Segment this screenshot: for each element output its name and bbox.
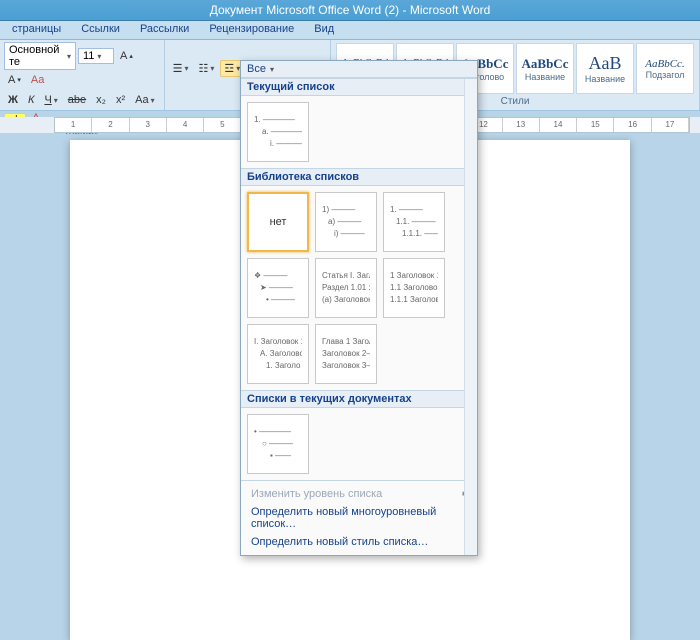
numbering-button[interactable]: ☷▾ xyxy=(194,60,218,77)
change-case-button[interactable]: Aa▾ xyxy=(131,92,158,108)
thumb-none-label: нет xyxy=(270,216,287,228)
list-thumb[interactable]: ❖ ———➤ ———• ——— xyxy=(247,258,309,318)
chevron-down-icon: ▾ xyxy=(270,65,274,74)
ruler-tick: 13 xyxy=(503,118,540,132)
numbering-icon: ☷ xyxy=(198,62,208,75)
dropdown-filter-label: Все xyxy=(247,63,266,75)
dropdown-filter[interactable]: Все ▾ xyxy=(241,61,477,78)
font-size-combo[interactable]: 11▾ xyxy=(78,48,114,64)
thumb-line: 1. ———— xyxy=(254,114,302,126)
section-doc-lists: Списки в текущих документах xyxy=(241,390,477,408)
italic-button[interactable]: К xyxy=(24,92,38,108)
style-preview: AaBbCc. xyxy=(645,58,684,70)
style-name: Подзагол xyxy=(646,70,685,80)
style-preview: AaBbCc xyxy=(522,56,569,72)
ruler-tick: 5 xyxy=(204,118,241,132)
list-thumb[interactable]: Статья I. ЗаглРаздел 1.01 :(a) Заголовок xyxy=(315,258,377,318)
bullets-icon: ☰ xyxy=(173,62,183,75)
tab-mailings[interactable]: Рассылки xyxy=(130,21,199,39)
font-size-value: 11 xyxy=(83,50,94,62)
ruler-tick: 3 xyxy=(130,118,167,132)
ruler-tick: 14 xyxy=(540,118,577,132)
strike-button[interactable]: abe xyxy=(64,92,90,108)
list-thumb-current[interactable]: 1. ———— a. ———— i. ———— xyxy=(247,102,309,162)
ruler-tick: 16 xyxy=(614,118,651,132)
bullets-button[interactable]: ☰▾ xyxy=(169,60,193,77)
list-thumb[interactable]: 1. ———1.1. ———1.1.1. —— xyxy=(383,192,445,252)
style-item[interactable]: AaBНазвание xyxy=(576,43,634,94)
define-new-multilevel[interactable]: Определить новый многоуровневый список… xyxy=(249,503,469,533)
shrink-font-button[interactable]: A▾ xyxy=(4,72,25,88)
clear-format-button[interactable]: Aa xyxy=(27,72,48,88)
thumb-line: a. ———— xyxy=(254,126,302,138)
ruler-tick: 15 xyxy=(577,118,614,132)
title-bar: Документ Microsoft Office Word (2) - Mic… xyxy=(0,0,700,21)
multilevel-list-dropdown: Все ▾ Текущий список 1. ———— a. ———— i. —… xyxy=(240,60,478,556)
tab-page-layout[interactable]: страницы xyxy=(2,21,71,39)
style-item[interactable]: AaBbCcНазвание xyxy=(516,43,574,94)
bold-button[interactable]: Ж xyxy=(4,92,22,108)
font-name-combo[interactable]: Основной те▾ xyxy=(4,42,76,70)
chevron-down-icon: ▾ xyxy=(67,52,71,61)
list-thumb[interactable]: I. Заголовок 1—A. Заголовок1. Заголо xyxy=(247,324,309,384)
change-list-level: Изменить уровень списка▸ xyxy=(249,485,469,503)
chevron-down-icon: ▾ xyxy=(97,52,101,61)
ruler-tick: 2 xyxy=(92,118,129,132)
font-name-value: Основной те xyxy=(9,44,64,68)
ruler-tick: 17 xyxy=(652,118,689,132)
list-thumb-doc[interactable]: • ———— ○ ——— ▪ —— xyxy=(247,414,309,474)
tab-references[interactable]: Ссылки xyxy=(71,21,130,39)
style-name: Название xyxy=(585,74,625,84)
list-thumb-none[interactable]: нет xyxy=(247,192,309,252)
list-thumb[interactable]: 1) ———a) ———i) ——— xyxy=(315,192,377,252)
style-item[interactable]: AaBbCc.Подзагол xyxy=(636,43,694,94)
ribbon-tabs: страницы Ссылки Рассылки Рецензирование … xyxy=(0,21,700,40)
style-preview: AaB xyxy=(589,53,622,74)
tab-view[interactable]: Вид xyxy=(304,21,344,39)
tab-review[interactable]: Рецензирование xyxy=(199,21,304,39)
underline-button[interactable]: Ч▾ xyxy=(40,92,61,108)
section-list-library: Библиотека списков xyxy=(241,168,477,186)
ruler-tick: 1 xyxy=(55,118,92,132)
list-thumb[interactable]: 1 Заголовок 1—1.1 Заголовок .1.1.1 Загол… xyxy=(383,258,445,318)
style-name: Название xyxy=(525,72,565,82)
multilevel-icon: ☲ xyxy=(224,62,234,75)
subscript-button[interactable]: x₂ xyxy=(92,92,110,108)
superscript-button[interactable]: x² xyxy=(112,92,129,108)
list-thumb[interactable]: Глава 1 ЗаголЗаголовок 2——Заголовок 3—— xyxy=(315,324,377,384)
section-current-list: Текущий список xyxy=(241,78,477,96)
dropdown-scrollbar[interactable] xyxy=(464,79,477,555)
ruler-tick: 4 xyxy=(167,118,204,132)
thumb-line: i. ———— xyxy=(254,138,302,150)
grow-font-button[interactable]: A▴ xyxy=(116,48,137,64)
